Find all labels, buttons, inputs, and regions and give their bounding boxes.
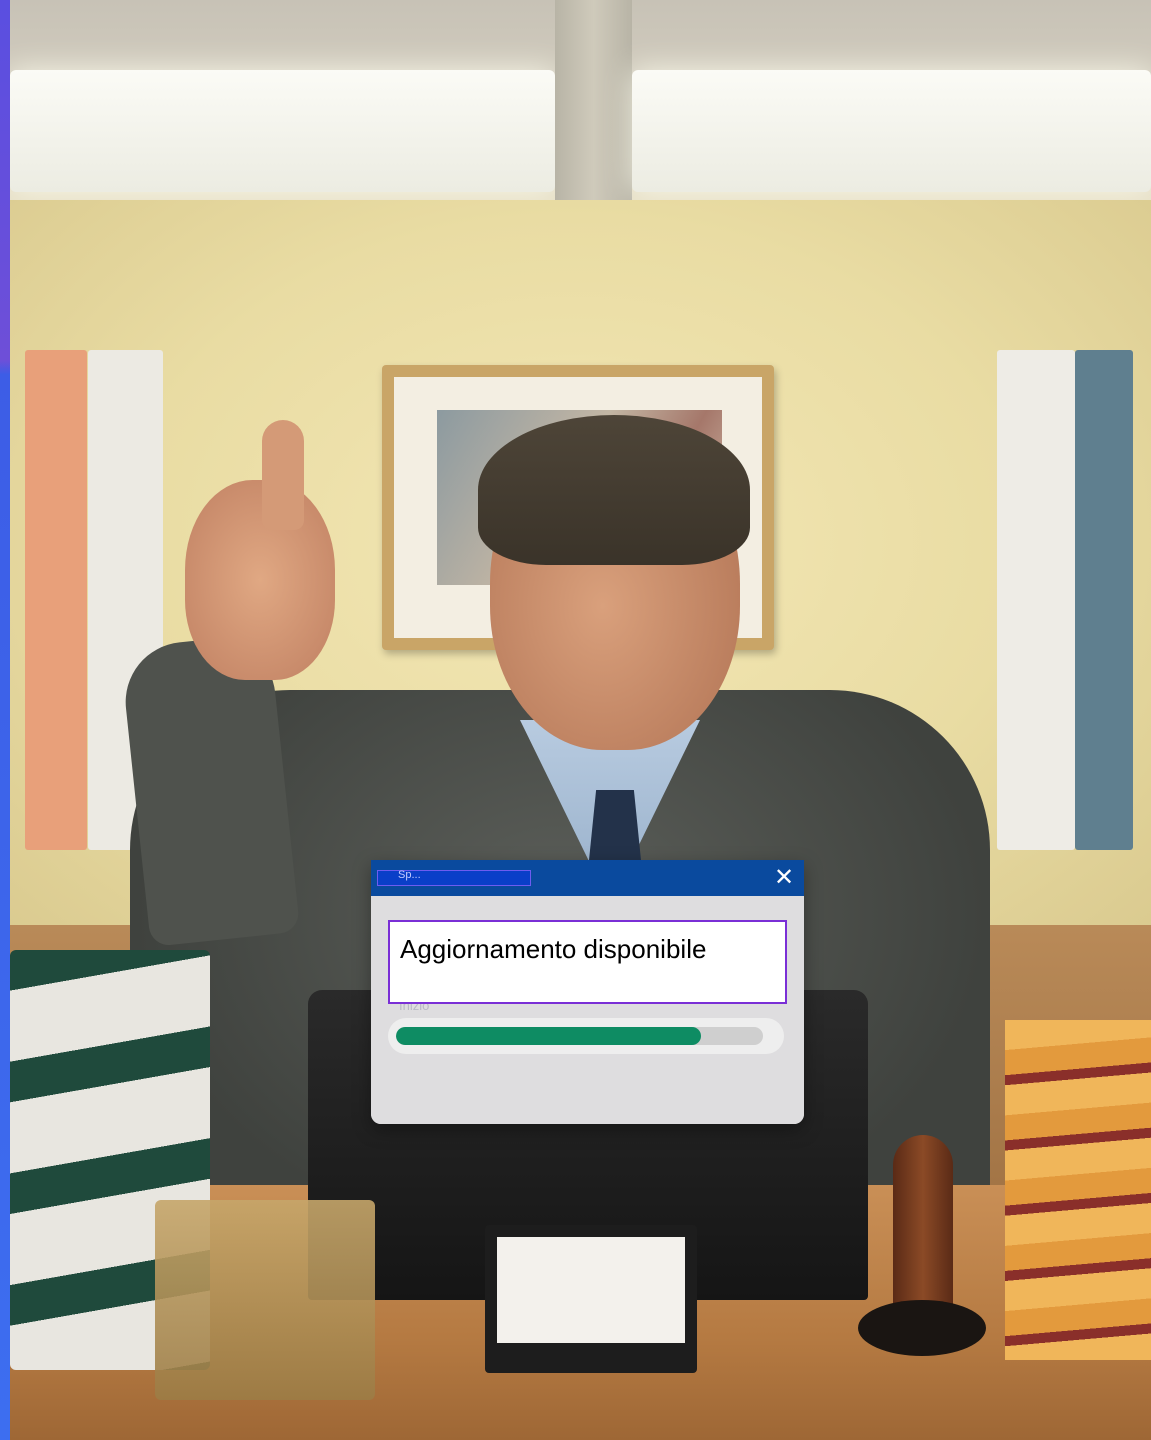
brass-holder	[155, 1200, 375, 1400]
thumbs-up-hand	[185, 480, 335, 680]
ceiling-light-left	[10, 70, 555, 192]
person-hair	[478, 415, 750, 565]
dialog-message: Aggiornamento disponibile	[400, 934, 707, 964]
thumb	[262, 420, 304, 530]
nameplate-card	[497, 1237, 685, 1343]
desk-nameplate	[485, 1225, 697, 1373]
binder-blue	[1075, 350, 1133, 850]
rubber-stamp-base	[858, 1300, 986, 1356]
close-icon: ✕	[773, 864, 795, 891]
person-tie	[588, 790, 642, 870]
dialog-body: Inizio Aggiornamento disponibile	[371, 896, 804, 1124]
dialog-title: Sp...	[398, 869, 421, 881]
progress-fill	[396, 1027, 701, 1045]
rubber-stamp	[893, 1135, 953, 1315]
message-box: Aggiornamento disponibile	[388, 920, 787, 1004]
progress-rail	[396, 1027, 763, 1045]
progress-bar	[388, 1018, 784, 1054]
office-background-photo	[0, 0, 1151, 1440]
binder-white-right	[997, 350, 1075, 850]
dialog-titlebar[interactable]: Sp... ✕	[371, 860, 804, 896]
binder-orange	[25, 350, 87, 850]
left-edge-strip	[0, 0, 10, 1440]
ceiling-light-right	[632, 70, 1151, 192]
ceiling-beam	[555, 0, 632, 200]
update-dialog: Sp... ✕ Inizio Aggiornamento disponibile	[371, 860, 804, 1124]
dialog-title-field: Sp...	[377, 869, 531, 886]
folder-stack-right	[1005, 1020, 1151, 1360]
close-button[interactable]: ✕	[771, 864, 797, 892]
